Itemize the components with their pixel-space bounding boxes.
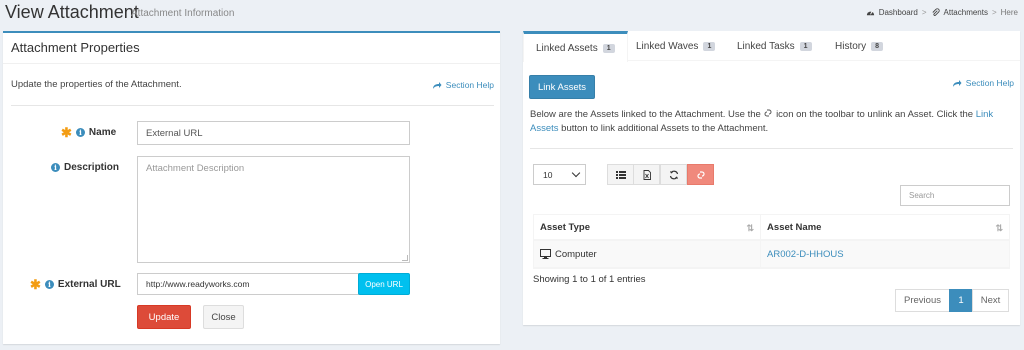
tachometer-icon xyxy=(866,10,874,16)
divider xyxy=(3,63,500,64)
column-header-asset-name[interactable]: Asset Name ⇅ xyxy=(761,215,1009,239)
panel-description: Update the properties of the Attachment. xyxy=(11,79,182,90)
export-excel-button[interactable] xyxy=(633,164,660,185)
search-input[interactable]: Search xyxy=(900,185,1010,206)
info-icon[interactable]: i xyxy=(75,128,85,137)
column-header-asset-type[interactable]: Asset Type ⇅ xyxy=(534,215,762,239)
name-input[interactable]: External URL xyxy=(137,121,410,145)
external-url-label: ✱ i External URL xyxy=(30,276,121,292)
linked-assets-table: Asset Type ⇅ Asset Name ⇅ Computer AR002… xyxy=(533,214,1010,269)
tab-linked-tasks[interactable]: Linked Tasks 1 xyxy=(725,31,824,61)
breadcrumb-dashboard[interactable]: Dashboard xyxy=(879,8,918,17)
asset-type-cell: Computer xyxy=(534,241,762,267)
section-help-label: Section Help xyxy=(965,78,1014,88)
unlink-icon xyxy=(764,109,772,117)
page-title: View Attachment xyxy=(5,2,139,22)
table-info: Showing 1 to 1 of 1 entries xyxy=(533,274,646,285)
count-badge: 1 xyxy=(602,43,615,53)
link-assets-button[interactable]: Link Assets xyxy=(529,75,595,99)
pagination: Previous 1 Next xyxy=(895,289,1009,312)
section-help-label: Section Help xyxy=(445,80,494,90)
count-badge: 1 xyxy=(703,41,716,51)
tab-history[interactable]: History 8 xyxy=(823,31,895,61)
attachment-properties-panel: Attachment Properties Update the propert… xyxy=(3,31,500,344)
count-badge: 1 xyxy=(799,41,812,51)
update-button[interactable]: Update xyxy=(137,305,191,329)
tab-bar: Linked Assets 1 Linked Waves 1 Linked Ta… xyxy=(523,31,1020,62)
divider xyxy=(530,148,1013,149)
column-toggle-button[interactable] xyxy=(607,164,634,185)
info-icon[interactable]: i xyxy=(44,280,54,289)
required-asterisk: ✱ xyxy=(30,276,41,292)
count-badge: 8 xyxy=(871,41,884,51)
breadcrumb-here: Here xyxy=(1000,8,1018,17)
tab-linked-assets[interactable]: Linked Assets 1 xyxy=(523,31,628,62)
section-help-link[interactable]: Section Help xyxy=(432,80,494,90)
sort-icon: ⇅ xyxy=(746,223,755,233)
asset-name-link[interactable]: AR002-D-HHOUS xyxy=(767,249,844,260)
linked-assets-description: Below are the Assets linked to the Attac… xyxy=(530,109,994,134)
file-excel-icon xyxy=(643,169,651,180)
desktop-icon xyxy=(540,249,551,259)
list-icon xyxy=(615,170,626,179)
refresh-button[interactable] xyxy=(660,164,687,185)
share-icon xyxy=(952,80,962,87)
divider xyxy=(11,105,494,106)
external-url-input[interactable]: http://www.readyworks.com xyxy=(137,273,359,295)
linked-items-panel: Linked Assets 1 Linked Waves 1 Linked Ta… xyxy=(523,31,1020,325)
asset-name-cell: AR002-D-HHOUS xyxy=(761,241,1009,267)
table-row[interactable]: Computer AR002-D-HHOUS xyxy=(534,241,1009,268)
table-header-row: Asset Type ⇅ Asset Name ⇅ xyxy=(534,215,1009,241)
chevron-down-icon xyxy=(571,168,581,178)
resize-handle[interactable] xyxy=(402,255,408,261)
refresh-icon xyxy=(669,170,678,179)
share-icon xyxy=(432,82,442,89)
content-header: View Attachment Attachment Information D… xyxy=(0,0,1024,28)
description-textarea[interactable]: Attachment Description xyxy=(137,156,410,263)
breadcrumb-separator: > xyxy=(921,8,927,17)
page-size-select[interactable]: 10 xyxy=(533,164,586,185)
breadcrumb: Dashboard > Attachments > Here xyxy=(866,8,1018,17)
info-icon[interactable]: i xyxy=(51,163,60,172)
description-label: i Description xyxy=(51,162,119,173)
page-subtitle: Attachment Information xyxy=(131,8,235,19)
pagination-page-1[interactable]: 1 xyxy=(949,289,973,312)
open-url-button[interactable]: Open URL xyxy=(358,273,410,295)
panel-title: Attachment Properties xyxy=(11,40,140,55)
tab-linked-waves[interactable]: Linked Waves 1 xyxy=(624,31,727,61)
sort-icon: ⇅ xyxy=(995,223,1003,233)
pagination-previous[interactable]: Previous xyxy=(895,289,950,312)
pagination-next[interactable]: Next xyxy=(972,289,1009,312)
unlink-button[interactable] xyxy=(687,164,714,185)
close-button[interactable]: Close xyxy=(203,305,244,329)
paperclip-icon xyxy=(931,8,940,16)
section-help-link[interactable]: Section Help xyxy=(952,78,1014,88)
required-asterisk: ✱ xyxy=(61,124,72,140)
breadcrumb-attachments[interactable]: Attachments xyxy=(944,8,988,17)
breadcrumb-separator: > xyxy=(991,8,997,17)
unlink-icon xyxy=(696,170,705,179)
name-label: ✱ i Name xyxy=(61,124,117,140)
